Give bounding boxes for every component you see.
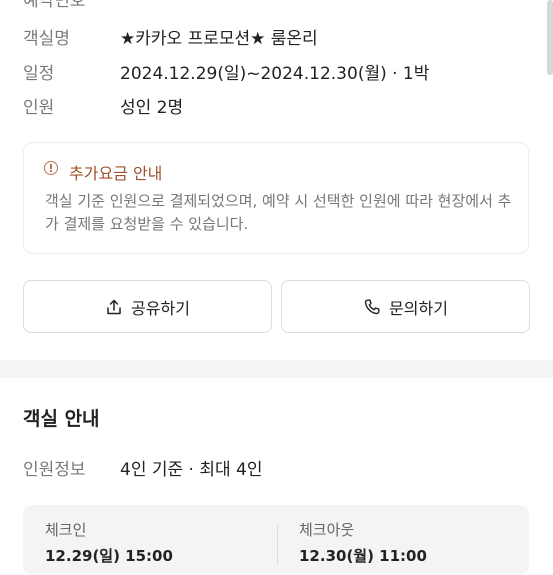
- room-name-label: 객실명: [23, 29, 70, 49]
- share-button[interactable]: 공유하기: [23, 280, 272, 333]
- share-button-label: 공유하기: [131, 298, 190, 318]
- scrollbar[interactable]: [547, 0, 553, 75]
- schedule-label: 일정: [23, 64, 55, 84]
- notice-body: 객실 기준 인원으로 결제되었으며, 예약 시 선택한 인원에 따라 현장에서 …: [45, 192, 512, 233]
- checkin-value: 12.29(일) 15:00: [45, 547, 173, 565]
- card-separator: [277, 525, 278, 565]
- schedule-value: 2024.12.29(일)~2024.12.30(월) · 1박: [120, 64, 430, 84]
- inquiry-button[interactable]: 문의하기: [281, 280, 530, 333]
- inquiry-button-label: 문의하기: [389, 298, 448, 318]
- guests-label: 인원: [23, 98, 55, 118]
- room-info-title: 객실 안내: [23, 408, 100, 430]
- guests-value: 성인 2명: [120, 98, 184, 118]
- checkout-value: 12.30(월) 11:00: [299, 547, 427, 565]
- capacity-value: 4인 기준 · 최대 4인: [120, 460, 263, 480]
- room-name-value: ★카카오 프로모션★ 룸온리: [120, 29, 318, 49]
- capacity-label: 인원정보: [23, 460, 86, 480]
- booking-number-label: 예약번호: [23, 0, 86, 11]
- notice-title: 추가요금 안내: [69, 164, 163, 183]
- checkout-label: 체크아웃: [299, 521, 355, 539]
- section-divider: [0, 360, 553, 378]
- info-icon: [44, 161, 58, 175]
- share-icon: [107, 299, 121, 314]
- phone-icon: [364, 299, 380, 314]
- checkin-label: 체크인: [45, 521, 87, 539]
